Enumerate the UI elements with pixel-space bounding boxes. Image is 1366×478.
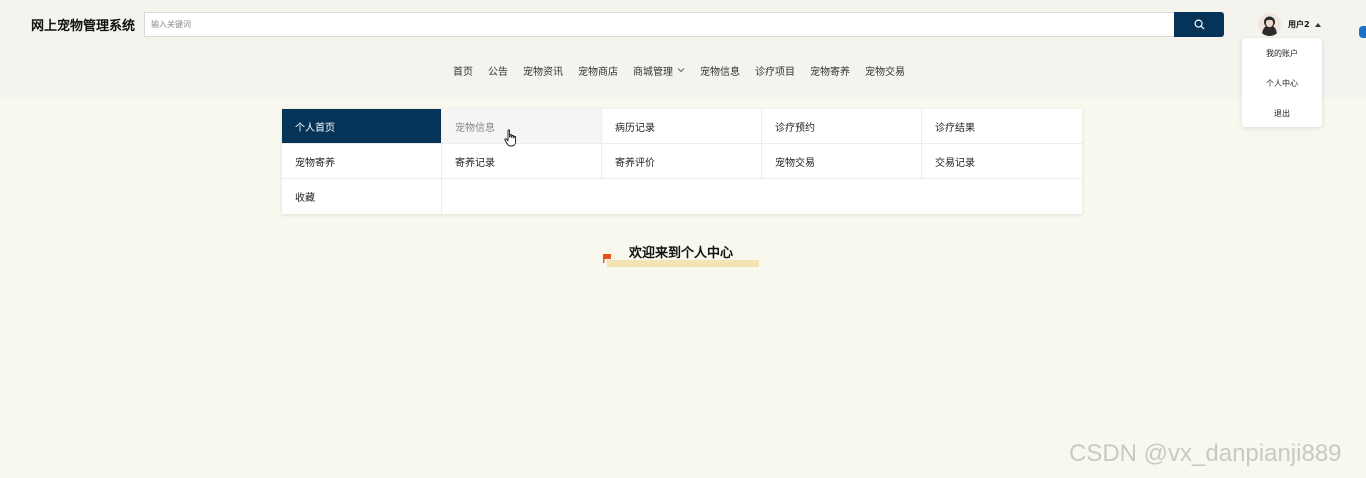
site-title: 网上宠物管理系统	[31, 19, 136, 34]
menu-item-pet-info[interactable]: 宠物信息	[442, 109, 602, 144]
dropdown-logout[interactable]: 退出	[1242, 98, 1322, 128]
nav-item-home[interactable]: 首页	[453, 63, 473, 78]
dropdown-my-account[interactable]: 我的账户	[1242, 38, 1322, 68]
welcome-underline	[607, 260, 759, 267]
header: 网上宠物管理系统 用户2 首页 公告 宠物资讯 宠物商店 商城管理	[0, 0, 1366, 98]
menu-item-appointment[interactable]: 诊疗预约	[762, 109, 922, 144]
search-button[interactable]	[1174, 12, 1224, 37]
nav-item-pet-news[interactable]: 宠物资讯	[523, 63, 563, 78]
side-handle[interactable]	[1359, 26, 1366, 38]
menu-empty-cell	[442, 179, 1082, 214]
watermark: CSDN @vx_danpianji889	[1069, 440, 1342, 467]
personal-menu: 个人首页 宠物信息 病历记录 诊疗预约 诊疗结果 宠物寄养 寄养记录 寄养评价 …	[282, 109, 1082, 214]
menu-item-pet-boarding[interactable]: 宠物寄养	[282, 144, 442, 179]
chevron-down-icon	[677, 68, 685, 73]
menu-item-boarding-reviews[interactable]: 寄养评价	[602, 144, 762, 179]
menu-item-personal-home[interactable]: 个人首页	[282, 109, 442, 144]
menu-item-treatment-results[interactable]: 诊疗结果	[922, 109, 1082, 144]
nav-item-mall-management[interactable]: 商城管理	[633, 63, 685, 78]
menu-item-favorites[interactable]: 收藏	[282, 179, 442, 214]
nav-item-pet-trade[interactable]: 宠物交易	[865, 63, 905, 78]
flag-icon	[603, 254, 611, 263]
dropdown-personal-center[interactable]: 个人中心	[1242, 68, 1322, 98]
nav-item-pet-shop[interactable]: 宠物商店	[578, 63, 618, 78]
nav-item-pet-info[interactable]: 宠物信息	[700, 63, 740, 78]
user-dropdown: 我的账户 个人中心 退出	[1242, 38, 1322, 127]
search-icon	[1194, 19, 1205, 30]
nav-item-pet-boarding[interactable]: 宠物寄养	[810, 63, 850, 78]
welcome-title: 欢迎来到个人中心	[629, 246, 734, 261]
avatar	[1258, 13, 1281, 36]
hand-cursor-icon	[504, 129, 517, 147]
nav-item-notice[interactable]: 公告	[488, 63, 508, 78]
menu-item-medical-records[interactable]: 病历记录	[602, 109, 762, 144]
main-nav: 首页 公告 宠物资讯 宠物商店 商城管理 宠物信息 诊疗项目 宠物寄养 宠物交易	[446, 60, 920, 80]
caret-up-icon	[1314, 22, 1321, 27]
user-menu-toggle[interactable]: 用户2	[1258, 12, 1321, 37]
search-input[interactable]	[144, 12, 1174, 37]
welcome-section: 欢迎来到个人中心	[603, 240, 763, 270]
user-name: 用户2	[1288, 20, 1310, 29]
menu-item-pet-trade[interactable]: 宠物交易	[762, 144, 922, 179]
nav-item-treatment[interactable]: 诊疗项目	[755, 63, 795, 78]
menu-item-trade-records[interactable]: 交易记录	[922, 144, 1082, 179]
menu-item-boarding-records[interactable]: 寄养记录	[442, 144, 602, 179]
